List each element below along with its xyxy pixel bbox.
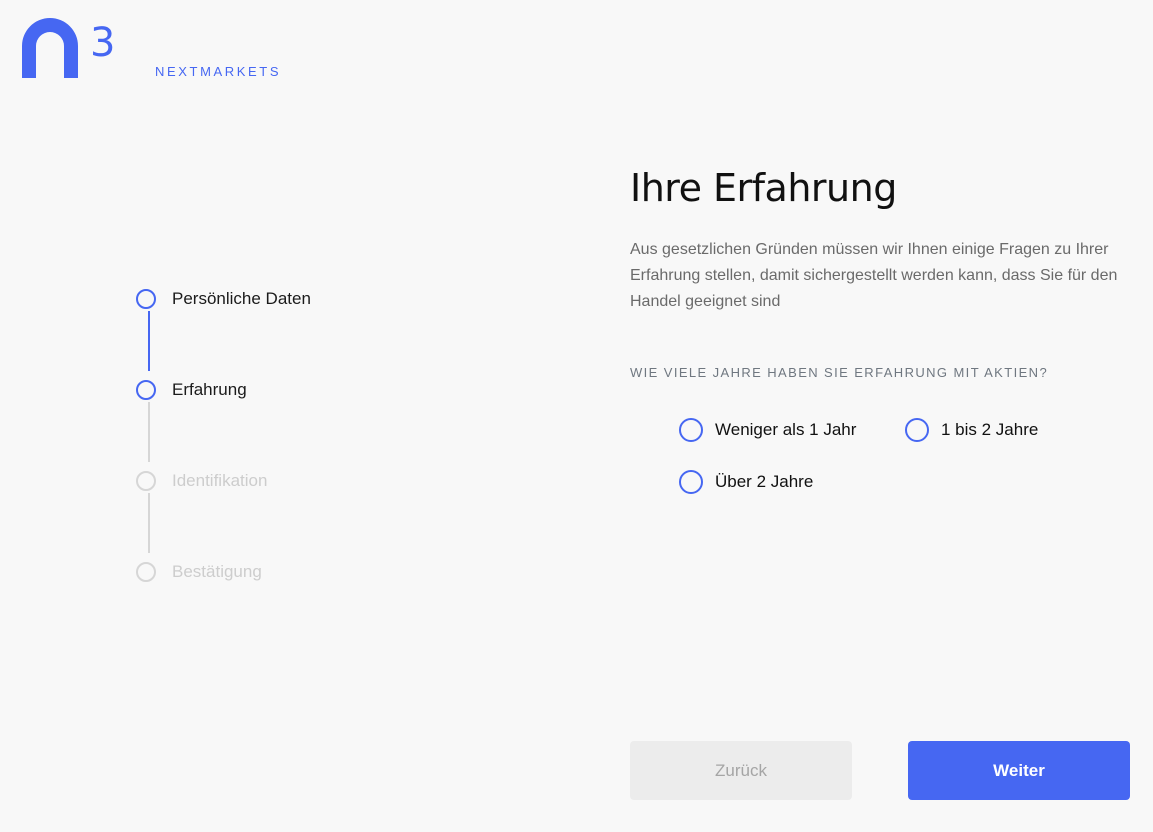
step-label: Bestätigung [172,562,262,581]
step-label: Identifikation [172,471,268,490]
next-button[interactable]: Weiter [908,741,1130,800]
step-experience: Erfahrung [136,378,247,402]
radio-button[interactable] [679,418,703,442]
step-label: Persönliche Daten [172,289,311,308]
question-label: Wie viele Jahre haben Sie Erfahrung mit … [630,365,1049,380]
option-label: Weniger als 1 Jahr [715,420,857,439]
option-label: Über 2 Jahre [715,472,814,491]
svg-text:3: 3 [90,20,115,66]
brand-name: NEXTMARKETS [155,64,282,79]
option-1-to-2-years[interactable]: 1 bis 2 Jahre [905,417,1038,443]
experience-page: 3 NEXTMARKETS Persönliche Daten Erfahrun… [0,0,1153,832]
option-less-than-1-year[interactable]: Weniger als 1 Jahr [679,417,856,443]
step-connector [148,402,150,462]
step-label: Erfahrung [172,380,247,399]
radio-button[interactable] [905,418,929,442]
step-personal-data: Persönliche Daten [136,287,311,311]
page-title: Ihre Erfahrung [630,166,897,210]
step-connector [148,311,150,371]
option-over-2-years[interactable]: Über 2 Jahre [679,469,813,495]
n3-logo-icon: 3 [22,18,115,78]
step-indicator [136,380,156,400]
step-confirmation: Bestätigung [136,560,262,584]
step-identification: Identifikation [136,469,267,493]
option-label: 1 bis 2 Jahre [941,420,1039,439]
step-indicator [136,471,156,491]
step-indicator [136,562,156,582]
step-connector [148,493,150,553]
page-description: Aus gesetzlichen Gründen müssen wir Ihne… [630,241,1118,310]
step-indicator [136,289,156,309]
radio-button[interactable] [679,470,703,494]
back-button[interactable]: Zurück [630,741,852,800]
